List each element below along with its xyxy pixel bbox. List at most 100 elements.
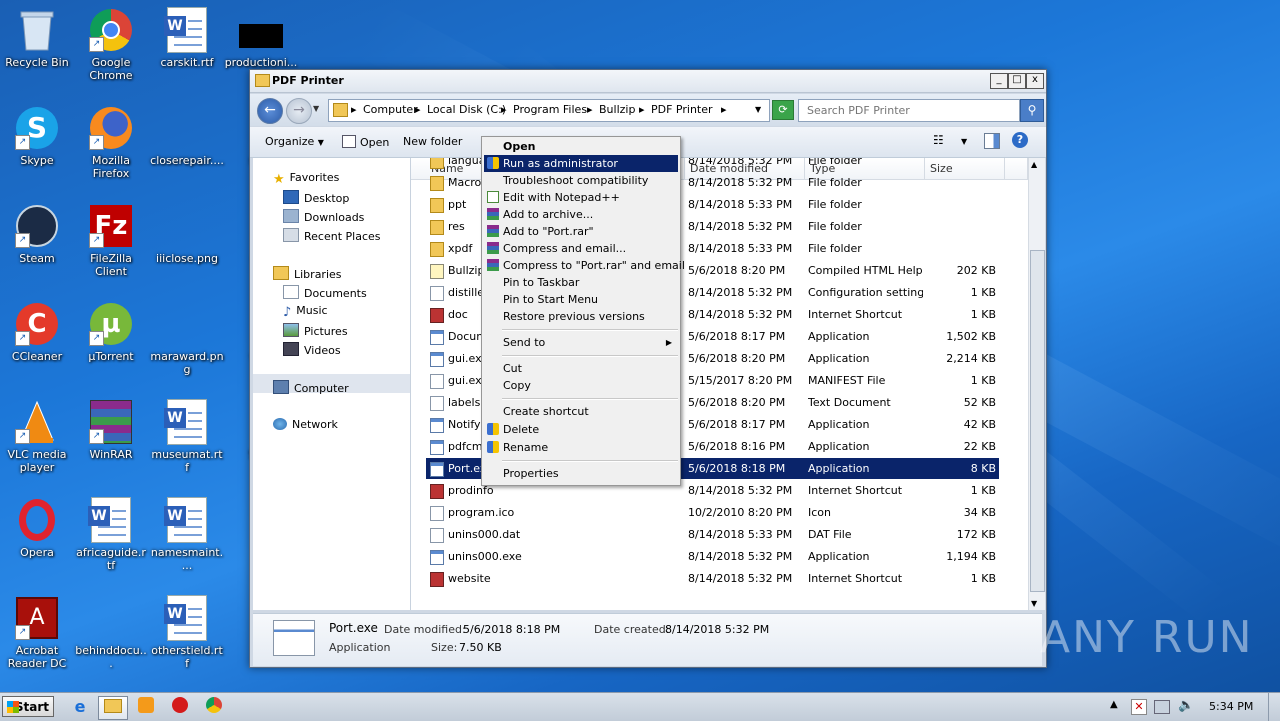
search-box[interactable] (798, 99, 1020, 122)
volume-icon[interactable]: 🔈 (1178, 698, 1194, 713)
menu-compress-to-port-rar-and-email[interactable]: Compress to "Port.rar" and email (484, 257, 685, 274)
desktop-icon-acrobat[interactable]: A ↗ Acrobat Reader DC (0, 596, 74, 670)
title-bar[interactable]: PDF Printer _ □ x (250, 70, 1046, 93)
desktop-icon-filezilla[interactable]: Fz ↗ FileZilla Client (74, 204, 148, 278)
desktop-icon-vlc[interactable]: ↗ VLC media player (0, 400, 74, 474)
desktop-icon-steam[interactable]: ↗ Steam (0, 204, 74, 265)
image-file-icon (239, 8, 283, 52)
views-icon[interactable]: ☷ (933, 133, 944, 147)
new-folder-button[interactable]: New folder (403, 135, 462, 148)
scroll-up-icon[interactable]: ▲ (1031, 160, 1037, 169)
menu-pin-to-taskbar[interactable]: Pin to Taskbar (484, 274, 678, 291)
back-button[interactable]: ← (257, 98, 283, 124)
vertical-scrollbar[interactable]: ▲ ▼ (1028, 158, 1045, 610)
nav-network[interactable]: Network (273, 418, 338, 431)
desktop-icon-africaguide[interactable]: W africaguide.rtf (74, 497, 148, 572)
menu-properties[interactable]: Properties (484, 465, 678, 482)
breadcrumb-computer[interactable]: Computer (363, 103, 418, 116)
refresh-button[interactable]: ⟳ (772, 100, 794, 120)
desktop-icon-productioni[interactable]: productioni... (224, 8, 298, 69)
nav-downloads[interactable]: Downloads (283, 209, 364, 224)
desktop-icon-museumat[interactable]: W museumat.rtf (150, 399, 224, 474)
table-row[interactable]: unins000.dat 8/14/2018 5:33 PM DAT File 172… (426, 524, 999, 545)
desktop-icon-winrar[interactable]: ↗ WinRAR (74, 400, 148, 461)
nav-music[interactable]: ♪ Music (283, 304, 328, 320)
menu-add-to-port-rar[interactable]: Add to "Port.rar" (484, 223, 678, 240)
menu-create-shortcut[interactable]: Create shortcut (484, 403, 678, 420)
menu-copy[interactable]: Copy (484, 377, 678, 394)
nav-documents[interactable]: Documents (283, 285, 367, 300)
action-center-warning-icon[interactable]: ✕ (1131, 699, 1147, 715)
preview-pane-icon[interactable] (984, 133, 1000, 149)
menu-edit-with-notepad[interactable]: Edit with Notepad++ (484, 189, 678, 206)
clock[interactable]: 5:34 PM (1209, 700, 1253, 713)
table-row[interactable]: unins000.exe 8/14/2018 5:32 PM Application… (426, 546, 999, 567)
show-desktop-button[interactable] (1268, 693, 1280, 721)
desktop-icon-chrome[interactable]: ↗ Google Chrome (74, 8, 148, 82)
menu-troubleshoot-compatibility[interactable]: Troubleshoot compatibility (484, 172, 678, 189)
network-tray-icon[interactable] (1154, 700, 1170, 714)
taskbar-explorer-button[interactable] (98, 696, 128, 720)
recent-pages-chevron-icon[interactable]: ▼ (313, 104, 319, 113)
desktop-icon-namesmaint[interactable]: W namesmaint.... (150, 497, 224, 572)
breadcrumb-pdf-printer[interactable]: PDF Printer (651, 103, 713, 116)
desktop-icon-opera[interactable]: Opera (0, 498, 74, 559)
menu-open[interactable]: Open (484, 138, 678, 155)
breadcrumb-local-disk[interactable]: Local Disk (C:) (427, 103, 506, 116)
desktop-icon-otherstield[interactable]: W otherstield.rtf (150, 595, 224, 670)
menu-delete[interactable]: Delete (484, 421, 678, 438)
breadcrumb-program-files[interactable]: Program Files (513, 103, 587, 116)
nav-desktop[interactable]: Desktop (283, 190, 349, 205)
menu-rename[interactable]: Rename (484, 439, 678, 456)
desktop-icon-carskit[interactable]: W carskit.rtf (150, 7, 224, 69)
nav-favorites[interactable]: ★ Favorites (273, 171, 339, 187)
nav-pictures[interactable]: Pictures (283, 323, 348, 338)
desktop-icon-ccleaner[interactable]: C ↗ CCleaner (0, 302, 74, 363)
scroll-down-icon[interactable]: ▼ (1031, 599, 1037, 608)
nav-label: Desktop (304, 192, 350, 205)
nav-videos[interactable]: Videos (283, 342, 341, 357)
nav-recent-places[interactable]: Recent Places (283, 228, 381, 243)
forward-button[interactable]: → (286, 98, 312, 124)
table-row[interactable]: program.ico 10/2/2010 8:20 PM Icon 34 KB (426, 502, 999, 523)
show-hidden-icons-icon[interactable]: ▲ (1110, 699, 1118, 710)
nav-libraries[interactable]: Libraries (273, 266, 342, 281)
help-icon[interactable]: ? (1012, 132, 1028, 148)
start-button[interactable]: Start (2, 696, 54, 717)
desktop-icon-skype[interactable]: S ↗ Skype (0, 106, 74, 167)
desktop-icon-behinddocu[interactable]: behinddocu... (74, 596, 148, 670)
close-button[interactable]: x (1026, 73, 1044, 89)
cell-name: unins000.exe (448, 550, 522, 563)
menu-cut[interactable]: Cut (484, 360, 678, 377)
desktop-icon-recycle-bin[interactable]: Recycle Bin (0, 8, 74, 69)
organize-button[interactable]: Organize ▼ (265, 135, 324, 148)
search-icon[interactable]: ⚲ (1020, 99, 1044, 122)
menu-restore-previous-versions[interactable]: Restore previous versions (484, 308, 678, 325)
desktop-icon-closerepair[interactable]: closerepair.... (150, 106, 224, 167)
menu-pin-to-start-menu[interactable]: Pin to Start Menu (484, 291, 678, 308)
desktop-icon-firefox[interactable]: ↗ Mozilla Firefox (74, 106, 148, 180)
desktop-icon-utorrent[interactable]: µ ↗ µTorrent (74, 302, 148, 363)
search-input[interactable] (805, 101, 1009, 120)
cell-size: 1 KB (970, 286, 996, 299)
media-player-icon[interactable] (132, 696, 160, 718)
desktop-icon-iiiclose[interactable]: iiiclose.png (150, 204, 224, 265)
menu-add-to-archive[interactable]: Add to archive... (484, 206, 678, 223)
views-dropdown-icon[interactable]: ▼ (961, 137, 967, 146)
opera-taskbar-icon[interactable] (166, 696, 194, 718)
table-row[interactable]: website 8/14/2018 5:32 PM Internet Shortcu… (426, 568, 999, 589)
desktop-icon-maraward[interactable]: maraward.png (150, 302, 224, 376)
nav-computer[interactable]: Computer (273, 380, 349, 395)
menu-send-to[interactable]: Send to ▶ (484, 334, 678, 351)
breadcrumb-bullzip[interactable]: Bullzip (599, 103, 635, 116)
address-dropdown-icon[interactable]: ▼ (755, 105, 761, 114)
minimize-button[interactable]: _ (990, 73, 1008, 89)
chrome-taskbar-icon[interactable] (200, 696, 228, 718)
maximize-button[interactable]: □ (1008, 73, 1026, 89)
internet-explorer-icon[interactable]: e (66, 696, 94, 718)
menu-compress-and-email[interactable]: Compress and email... (484, 240, 678, 257)
scrollbar-thumb[interactable] (1030, 250, 1045, 592)
address-bar[interactable]: ▸ Computer ▸ Local Disk (C:) ▸ Program F… (328, 99, 770, 122)
menu-run-as-administrator[interactable]: Run as administrator (484, 155, 678, 172)
open-button[interactable]: Open (342, 135, 389, 149)
